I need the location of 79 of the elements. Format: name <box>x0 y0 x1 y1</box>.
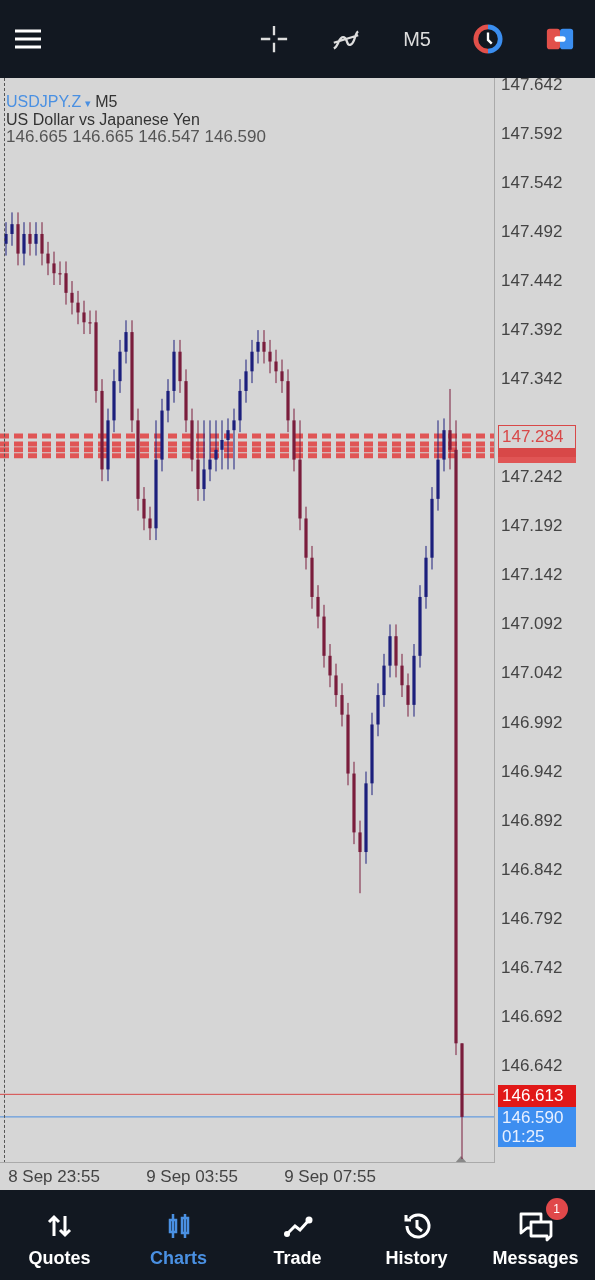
symbol-description: US Dollar vs Japanese Yen <box>6 111 201 128</box>
nav-tab[interactable]: 1 Messages <box>476 1190 595 1280</box>
candlestick <box>226 417 230 470</box>
ask-price-label: 146.613 <box>498 1085 576 1107</box>
candlestick <box>52 251 56 286</box>
candlestick <box>406 672 410 718</box>
candlestick <box>82 300 86 335</box>
candlestick <box>22 221 26 266</box>
candlestick <box>358 820 362 894</box>
timeframe-button[interactable]: M5 <box>403 27 431 51</box>
price-label: 147.092 <box>501 614 563 635</box>
candlestick <box>40 221 44 266</box>
price-label: 147.042 <box>501 663 563 684</box>
nav-tab[interactable]: Charts <box>119 1190 238 1280</box>
candlestick <box>148 506 152 541</box>
ohlc-values: 146.665 146.665 146.547 146.590 <box>6 128 266 145</box>
candlestick <box>214 419 218 472</box>
price-label: 147.242 <box>501 467 563 488</box>
price-label: 147.492 <box>501 222 563 242</box>
price-label: 147.342 <box>501 369 563 390</box>
bid-price: 146.590 <box>502 1108 565 1127</box>
candlestick <box>274 349 278 384</box>
candlestick <box>10 211 14 247</box>
price-label: 147.192 <box>501 516 563 537</box>
price-label: 146.642 <box>501 1055 563 1076</box>
price-label: 147.642 <box>501 74 563 95</box>
candlestick <box>28 221 32 257</box>
candlestick <box>58 260 62 286</box>
candlestick <box>124 319 128 364</box>
price-label: 147.142 <box>501 565 563 586</box>
candlestick <box>76 290 80 325</box>
nav-tab[interactable]: Quotes <box>0 1190 119 1280</box>
candlestick <box>142 486 146 531</box>
price-label: 146.742 <box>501 957 563 978</box>
candlestick <box>46 241 50 276</box>
candlestick <box>70 280 74 315</box>
crosshair-icon[interactable] <box>259 24 290 54</box>
candlestick <box>64 260 68 306</box>
candlestick <box>88 310 92 335</box>
price-label: 147.442 <box>501 271 563 292</box>
price-label: 147.392 <box>501 320 563 341</box>
candlestick <box>250 339 254 384</box>
candlestick <box>280 359 284 394</box>
candlestick <box>268 339 272 374</box>
chart-timeframe: M5 <box>95 93 118 111</box>
price-label: 146.942 <box>501 761 563 782</box>
price-label: 147.542 <box>501 172 563 193</box>
candlestick <box>208 419 212 482</box>
candlestick <box>262 329 266 364</box>
notification-badge: 1 <box>545 1197 568 1220</box>
clock-icon[interactable] <box>473 24 503 54</box>
candlestick <box>166 378 170 423</box>
candlestick <box>34 221 38 257</box>
nav-tab[interactable]: History <box>357 1190 476 1280</box>
price-label: 147.592 <box>501 123 563 144</box>
candlestick <box>256 329 260 364</box>
candlestick <box>232 408 236 470</box>
candlestick <box>328 643 332 688</box>
price-label: 146.992 <box>501 712 563 733</box>
price-label: 146.892 <box>501 810 563 831</box>
time-label: 9 Sep 07:55 <box>284 1167 376 1187</box>
time-label: 8 Sep 23:55 <box>8 1167 100 1187</box>
price-label: 146.692 <box>501 1006 563 1027</box>
candlestick <box>334 663 338 708</box>
candlestick <box>220 419 224 470</box>
candlestick <box>400 653 404 698</box>
candlestick <box>4 221 8 257</box>
candlestick <box>316 584 320 629</box>
candlestick <box>448 388 452 470</box>
candlestick <box>244 359 248 404</box>
menu-icon[interactable] <box>14 28 42 50</box>
time-label: 9 Sep 03:55 <box>146 1167 238 1187</box>
candlestick <box>340 682 344 727</box>
nav-tab[interactable]: Trade <box>238 1190 357 1280</box>
triangle-icon <box>455 1156 467 1162</box>
price-label: 146.792 <box>501 908 563 929</box>
bar-countdown: 01:25 <box>502 1127 546 1146</box>
candlestick <box>202 419 206 502</box>
price-label: 146.842 <box>501 859 563 880</box>
